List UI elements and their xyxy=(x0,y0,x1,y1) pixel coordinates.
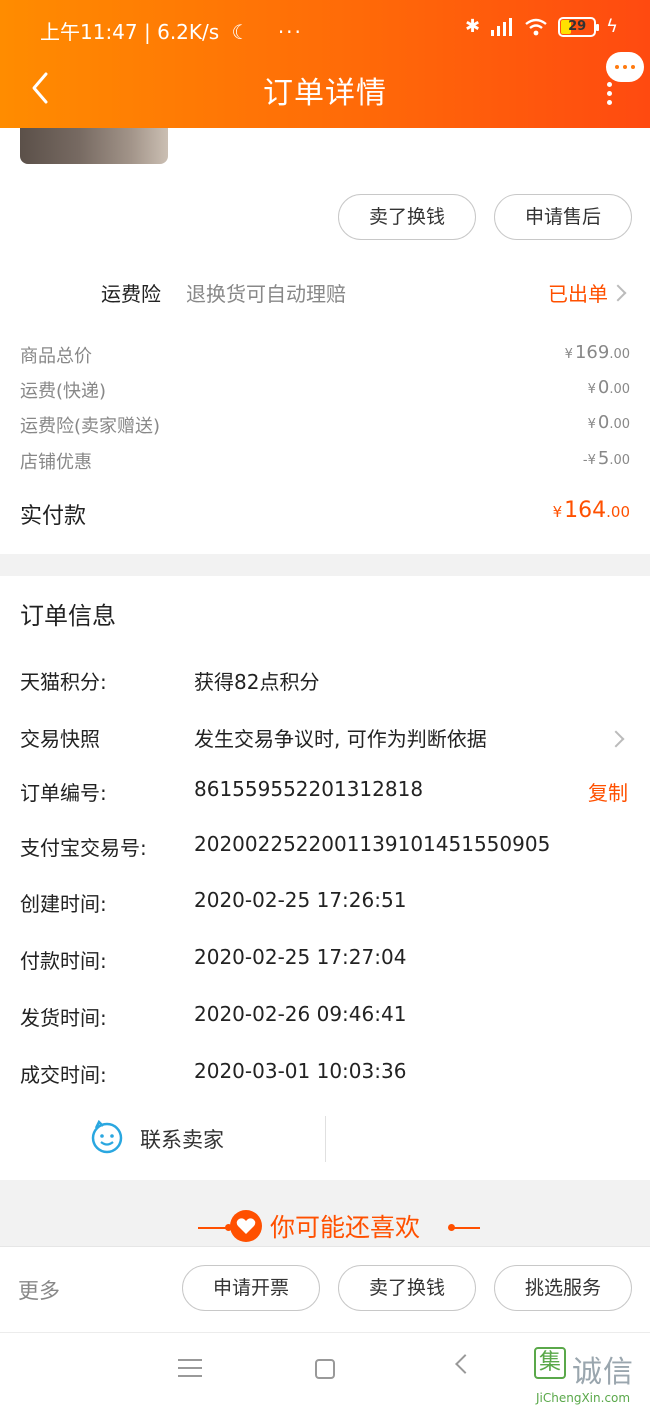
sell-exchange-button[interactable]: 卖了换钱 xyxy=(338,1265,476,1311)
insurance-description: 退换货可自动理赔 xyxy=(186,282,346,306)
status-bar: 上午11:47 | 6.2K/s ☾ ··· ✱ 29 ϟ xyxy=(0,0,650,60)
paid-amount-row: 实付款 ¥164.00 xyxy=(0,496,650,532)
recommend-title: 你可能还喜欢 xyxy=(269,1213,420,1242)
info-row-order-number: 订单编号: 861559552201312818 复制 xyxy=(20,777,628,806)
paid-label: 实付款 xyxy=(20,504,87,529)
message-icon[interactable] xyxy=(606,52,644,82)
product-thumbnail[interactable] xyxy=(20,128,168,164)
home-icon[interactable] xyxy=(315,1359,335,1379)
order-summary-card: 卖了换钱 申请售后 运费险 退换货可自动理赔 已出单 商品总价 ¥169.00 … xyxy=(0,128,650,554)
shipping-insurance-row[interactable]: 运费险 退换货可自动理赔 已出单 xyxy=(0,274,650,310)
info-row-shipped-time: 发货时间: 2020-02-26 09:46:41 xyxy=(20,1002,407,1030)
info-row-alipay-number: 支付宝交易号: 2020022522001139101451550905 xyxy=(20,832,551,860)
price-row-shipping: 运费(快递) ¥0.00 xyxy=(20,377,630,402)
info-row-points: 天猫积分: 获得82点积分 xyxy=(20,670,320,694)
divider xyxy=(452,1227,480,1229)
sell-exchange-button[interactable]: 卖了换钱 xyxy=(338,194,476,240)
invoice-button[interactable]: 申请开票 xyxy=(182,1265,320,1311)
wifi-icon xyxy=(525,18,547,35)
status-time: 上午11:47 | 6.2K/s xyxy=(40,20,220,44)
more-button[interactable]: 更多 xyxy=(18,1275,60,1305)
moon-icon: ☾ xyxy=(231,20,250,44)
chat-smile-icon xyxy=(91,1120,123,1154)
price-row-insurance: 运费险(卖家赠送) ¥0.00 xyxy=(20,412,630,437)
paid-amount: ¥164.00 xyxy=(552,498,630,523)
recommend-section: 你可能还喜欢 xyxy=(0,1180,650,1246)
nav-back-icon[interactable] xyxy=(455,1354,475,1374)
battery-icon: 29 xyxy=(558,16,600,37)
recents-icon[interactable] xyxy=(178,1359,202,1377)
page-title: 订单详情 xyxy=(263,76,387,111)
price-row-goods: 商品总价 ¥169.00 xyxy=(20,342,630,367)
pick-service-button[interactable]: 挑选服务 xyxy=(494,1265,632,1311)
order-info-title: 订单信息 xyxy=(20,602,116,630)
chevron-right-icon xyxy=(607,730,625,748)
bluetooth-icon: ✱ xyxy=(465,16,481,37)
insurance-status: 已出单 xyxy=(548,282,608,306)
divider xyxy=(325,1116,326,1162)
more-dots-icon: ··· xyxy=(277,20,303,44)
watermark-logo: 集 诚信 JiChengXin.com xyxy=(534,1347,650,1408)
info-row-completed-time: 成交时间: 2020-03-01 10:03:36 xyxy=(20,1059,407,1087)
price-row-discount: 店铺优惠 -¥ 5.00 xyxy=(20,448,630,473)
order-info-card: 订单信息 天猫积分: 获得82点积分 交易快照 发生交易争议时, 可作为判断依据… xyxy=(0,576,650,1180)
info-row-snapshot[interactable]: 交易快照 发生交易争议时, 可作为判断依据 xyxy=(0,721,650,755)
info-row-created-time: 创建时间: 2020-02-25 17:26:51 xyxy=(20,888,407,916)
bottom-action-bar: 更多 申请开票 卖了换钱 挑选服务 xyxy=(0,1246,650,1332)
copy-button[interactable]: 复制 xyxy=(588,777,628,806)
signal-icon xyxy=(491,17,513,36)
heart-icon xyxy=(229,1210,262,1242)
info-row-paid-time: 付款时间: 2020-02-25 17:27:04 xyxy=(20,945,407,973)
contact-seller-label: 联系卖家 xyxy=(140,1128,224,1152)
insurance-label: 运费险 xyxy=(101,282,161,306)
system-nav-bar: 集 诚信 JiChengXin.com xyxy=(0,1332,650,1408)
chevron-right-icon xyxy=(609,284,627,302)
after-sale-button[interactable]: 申请售后 xyxy=(494,194,632,240)
more-menu-icon[interactable] xyxy=(606,82,614,105)
charging-icon: ϟ xyxy=(606,16,618,37)
app-header: 上午11:47 | 6.2K/s ☾ ··· ✱ 29 ϟ 订单详情 xyxy=(0,0,650,128)
